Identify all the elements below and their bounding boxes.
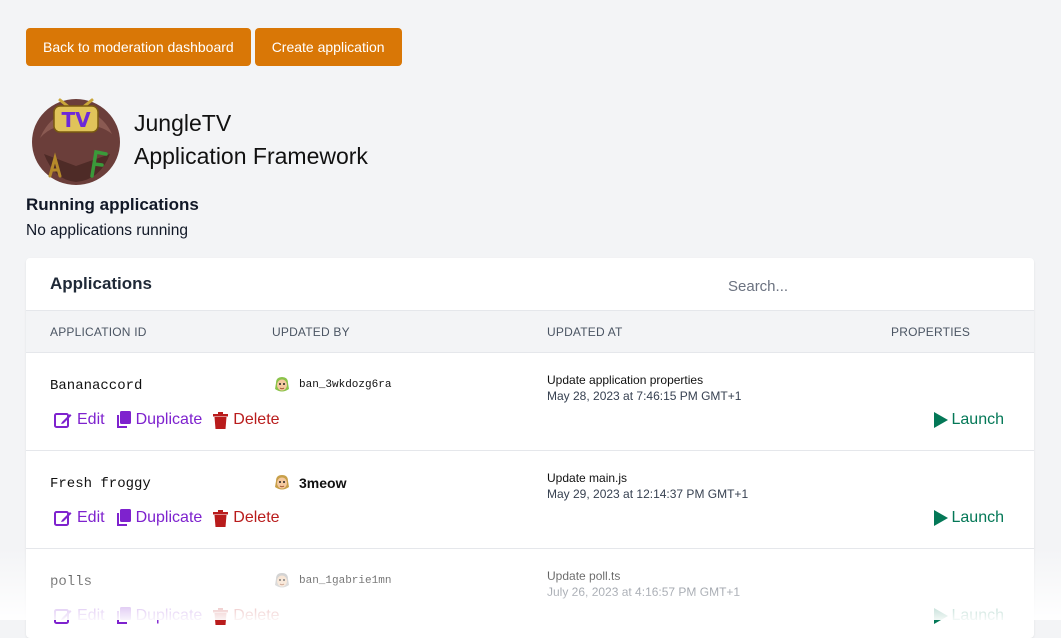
duplicate-button[interactable]: Duplicate [116,509,203,527]
duplicate-icon [116,411,131,428]
play-icon [933,412,948,428]
column-header-updated-by: UPDATED BY [272,325,350,339]
search-input[interactable] [726,272,1010,300]
edit-button[interactable]: Edit [54,411,105,429]
updated-at: Update main.js May 29, 2023 at 12:14:37 … [547,470,748,502]
commit-message: Update main.js [547,471,628,485]
avatar-icon [275,377,289,392]
avatar-icon [275,475,289,490]
topbar: Back to moderation dashboard Create appl… [26,28,402,66]
updater-address[interactable]: ban_1gabrie1mn [299,575,391,587]
duplicate-button[interactable]: Duplicate [116,411,203,429]
row-actions: Edit Duplicate Delete [54,509,280,527]
updater-address[interactable]: ban_3wkdozg6ra [299,379,391,391]
delete-button[interactable]: Delete [213,607,280,625]
updated-by: 3meow [272,473,346,493]
logo-text: TV [61,108,91,132]
application-id: polls [50,574,93,590]
commit-message: Update poll.ts [547,569,621,583]
launch-label: Launch [951,509,1005,526]
edit-icon [54,609,72,624]
applications-title: Applications [50,274,153,293]
table-row: polls ban_1gabrie1mn Update poll.ts July… [26,549,1034,638]
delete-label: Delete [233,509,280,526]
edit-icon [54,413,72,428]
applications-card-header: Applications [26,258,1034,310]
table-row: Bananaccord ban_3wkdozg6ra Update applic… [26,353,1034,451]
launch-label: Launch [951,607,1005,624]
applications-card: Applications APPLICATION ID UPDATED BY U… [26,258,1034,638]
duplicate-label: Duplicate [135,607,203,624]
running-applications-heading: Running applications [26,195,199,214]
commit-date: May 28, 2023 at 7:46:15 PM GMT+1 [547,389,742,403]
updated-at: Update poll.ts July 26, 2023 at 4:16:57 … [547,568,740,600]
duplicate-button[interactable]: Duplicate [116,607,203,625]
duplicate-icon [116,607,131,624]
brand-header: TV JungleTV Application Framework [30,94,368,186]
create-application-button[interactable]: Create application [254,28,402,66]
edit-label: Edit [77,509,105,526]
edit-icon [54,511,72,526]
table-header: APPLICATION ID UPDATED BY UPDATED AT PRO… [26,310,1034,353]
application-id: Fresh froggy [50,476,151,492]
application-id: Bananaccord [50,378,143,394]
brand-title: JungleTV Application Framework [134,107,368,173]
edit-label: Edit [77,411,105,428]
running-applications-empty: No applications running [26,222,188,239]
brand-line-1: JungleTV [134,110,232,136]
duplicate-label: Duplicate [135,411,203,428]
delete-icon [213,509,229,527]
duplicate-label: Duplicate [135,509,203,526]
edit-button[interactable]: Edit [54,607,105,625]
jungletv-logo-icon: TV [32,98,120,185]
play-icon [933,510,948,526]
row-actions: Edit Duplicate Delete [54,607,280,625]
updated-by: ban_3wkdozg6ra [272,375,391,395]
delete-label: Delete [233,607,280,624]
duplicate-icon [116,509,131,526]
avatar-icon [275,573,289,588]
column-header-application-id: APPLICATION ID [50,325,147,339]
delete-icon [213,411,229,429]
commit-date: May 29, 2023 at 12:14:37 PM GMT+1 [547,487,749,501]
row-actions: Edit Duplicate Delete [54,411,280,429]
table-row: Fresh froggy 3meow Update main.js May 29… [26,451,1034,549]
delete-icon [213,607,229,625]
launch-button[interactable]: Launch [933,607,1005,625]
updated-at: Update application properties May 28, 20… [547,372,741,404]
column-header-updated-at: UPDATED AT [547,325,623,339]
launch-button[interactable]: Launch [933,509,1005,527]
delete-label: Delete [233,411,280,428]
delete-button[interactable]: Delete [213,509,280,527]
commit-message: Update application properties [547,373,704,387]
delete-button[interactable]: Delete [213,411,280,429]
launch-button[interactable]: Launch [933,411,1005,429]
commit-date: July 26, 2023 at 4:16:57 PM GMT+1 [547,585,741,599]
back-to-dashboard-button[interactable]: Back to moderation dashboard [26,28,251,66]
edit-label: Edit [77,607,105,624]
launch-label: Launch [951,411,1005,428]
play-icon [933,608,948,624]
brand-line-2: Application Framework [134,143,368,169]
edit-button[interactable]: Edit [54,509,105,527]
updater-nickname[interactable]: 3meow [299,475,346,491]
updated-by: ban_1gabrie1mn [272,571,391,591]
column-header-properties: PROPERTIES [891,325,971,339]
